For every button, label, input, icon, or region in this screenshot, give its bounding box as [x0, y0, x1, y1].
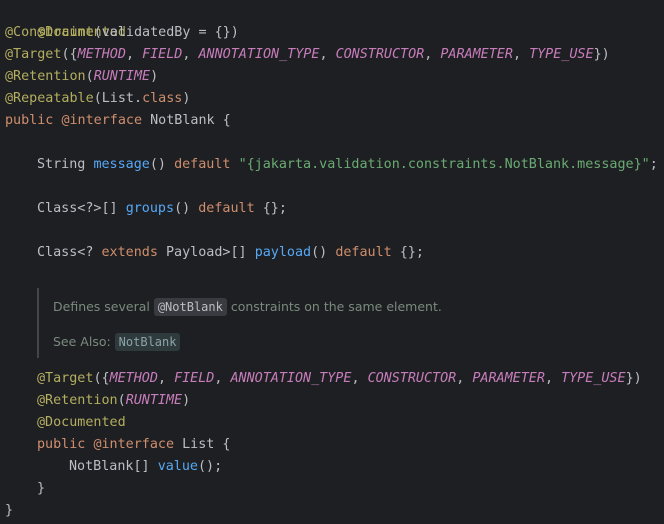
const-type-use: TYPE_USE [529, 47, 594, 62]
code-line-groups: Class<?>[] groups() default {}; [37, 198, 287, 220]
const-type-use: TYPE_USE [561, 371, 626, 386]
annotation-retention: @Retention [37, 393, 118, 408]
punct: {}; [391, 245, 424, 260]
code-line-list-declaration: public @interface List { [37, 434, 231, 456]
string-literal: "{jakarta.validation.constraints.NotBlan… [238, 157, 650, 172]
const-field: FIELD [174, 371, 215, 386]
keyword-default: default [198, 201, 255, 216]
javadoc-see-also: See Also: NotBlank [53, 333, 181, 351]
const-parameter: PARAMETER [472, 371, 545, 386]
const-method: METHOD [109, 371, 158, 386]
punct: , [456, 371, 473, 386]
keyword-extends: extends [101, 245, 158, 260]
see-also-link[interactable]: NotBlank [114, 333, 181, 351]
method-groups: groups [125, 201, 175, 216]
code-line-list-retention: @Retention(RUNTIME) [37, 390, 190, 412]
annotation-repeatable: @Repeatable [5, 91, 94, 106]
annotation-retention: @Retention [5, 69, 86, 84]
closing-brace: } [5, 503, 14, 518]
code-line-message: String message() default "{jakarta.valid… [37, 154, 658, 176]
punct: () [174, 201, 199, 216]
type-notblank-array: NotBlank[] [69, 459, 158, 474]
punct: ( [117, 393, 126, 408]
punct: , [182, 47, 199, 62]
see-also-label: See Also: [53, 334, 115, 349]
method-payload: payload [254, 245, 312, 260]
type-class-array: Class<?>[] [37, 201, 126, 216]
const-constructor: CONSTRUCTOR [367, 371, 457, 386]
punct: (); [198, 459, 223, 474]
code-line-documented: @Documented [5, 0, 126, 40]
keyword-interface: @interface [61, 113, 143, 128]
annotation-target: @Target [5, 47, 62, 62]
keyword-interface: @interface [93, 437, 175, 452]
punct: () [149, 157, 175, 172]
annotation-constraint: @Constraint [5, 25, 94, 40]
doc-text: Defines several [53, 299, 154, 314]
keyword-public: public [37, 437, 86, 452]
punct: , [319, 47, 336, 62]
javadoc-description: Defines several @NotBlank constraints on… [53, 298, 442, 316]
code-line-repeatable: @Repeatable(List.class) [5, 88, 190, 110]
closing-brace: } [37, 481, 46, 496]
annotation-documented: @Documented [37, 415, 126, 430]
keyword-default: default [174, 157, 231, 172]
punct: , [157, 371, 175, 386]
const-parameter: PARAMETER [440, 47, 513, 62]
const-constructor: CONSTRUCTOR [335, 47, 425, 62]
type-class: Class<? [37, 245, 102, 260]
code-line-target: @Target({METHOD, FIELD, ANNOTATION_TYPE,… [5, 44, 610, 66]
punct: , [351, 371, 368, 386]
punct: , [424, 47, 441, 62]
punct: ) [150, 69, 159, 84]
punct: ( [85, 69, 94, 84]
method-message: message [93, 157, 150, 172]
code-line-constraint: @Constraint(validatedBy = {}) [5, 22, 239, 44]
const-field: FIELD [142, 47, 183, 62]
const-method: METHOD [77, 47, 126, 62]
punct: ) [182, 393, 191, 408]
code-line-retention: @Retention(RUNTIME) [5, 66, 158, 88]
doc-text: constraints on the same element. [226, 299, 442, 314]
const-runtime: RUNTIME [125, 393, 183, 408]
const-annotation-type: ANNOTATION_TYPE [230, 371, 352, 386]
punct: () [311, 245, 336, 260]
punct: ; [649, 157, 658, 172]
punct: , [512, 47, 530, 62]
rendered-javadoc: Defines several @NotBlank constraints on… [37, 288, 639, 358]
punct: ({ [93, 371, 110, 386]
const-annotation-type: ANNOTATION_TYPE [198, 47, 320, 62]
interface-name: List { [174, 437, 231, 452]
constraint-args: (validatedBy = {}) [93, 25, 239, 40]
code-line-list-close: } [37, 478, 45, 500]
code-line-payload: Class<? extends Payload>[] payload() def… [37, 242, 424, 264]
keyword-default: default [335, 245, 392, 260]
keyword-class: class [142, 91, 183, 106]
annotation-target: @Target [37, 371, 94, 386]
repeatable-arg: (List. [93, 91, 143, 106]
punct: {}; [254, 201, 287, 216]
punct: , [544, 371, 562, 386]
punct: , [125, 47, 143, 62]
type-payload: Payload>[] [157, 245, 255, 260]
keyword-public: public [5, 113, 54, 128]
punct: ) [182, 91, 191, 106]
punct: , [214, 371, 231, 386]
punct: ({ [61, 47, 78, 62]
type-string: String [37, 157, 94, 172]
punct: }) [593, 47, 610, 62]
code-line-value: NotBlank[] value(); [69, 456, 222, 478]
const-runtime: RUNTIME [93, 69, 151, 84]
doc-inline-code: @NotBlank [153, 298, 227, 316]
code-line-interface-declaration: public @interface NotBlank { [5, 110, 231, 132]
punct: }) [625, 371, 642, 386]
code-line-list-documented: @Documented [37, 412, 126, 434]
code-line-list-target: @Target({METHOD, FIELD, ANNOTATION_TYPE,… [37, 368, 642, 390]
interface-name: NotBlank { [142, 113, 231, 128]
code-line-interface-close: } [5, 500, 13, 522]
method-value: value [157, 459, 198, 474]
